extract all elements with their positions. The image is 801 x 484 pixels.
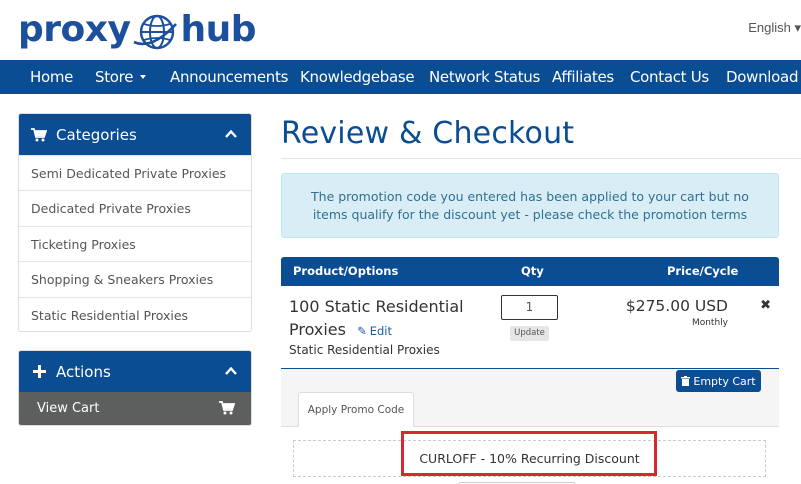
plus-icon bbox=[31, 364, 47, 380]
chevron-up-icon[interactable] bbox=[225, 128, 237, 140]
site-header: proxy hub English ▾ bbox=[0, 0, 801, 60]
logo[interactable]: proxy hub bbox=[18, 8, 256, 52]
tab-apply-promo-code[interactable]: Apply Promo Code bbox=[298, 392, 414, 427]
item-price: $275.00 USD bbox=[625, 297, 728, 315]
promo-alert-text: The promotion code you entered has been … bbox=[311, 188, 749, 222]
actions-panel: Actions View Cart bbox=[18, 350, 252, 426]
category-ticketing[interactable]: Ticketing Proxies bbox=[19, 225, 251, 261]
logo-text-left: proxy bbox=[18, 9, 131, 50]
nav-network-status[interactable]: Network Status bbox=[429, 60, 540, 94]
logo-text-right: hub bbox=[180, 9, 256, 50]
caret-down-icon bbox=[140, 74, 147, 79]
category-dedicated[interactable]: Dedicated Private Proxies bbox=[19, 190, 251, 225]
title-divider bbox=[281, 158, 801, 159]
nav-contact-us[interactable]: Contact Us bbox=[630, 60, 709, 94]
categories-header[interactable]: Categories bbox=[19, 114, 251, 155]
edit-label: Edit bbox=[369, 324, 392, 338]
product-group: Static Residential Proxies bbox=[289, 343, 440, 357]
empty-cart-button[interactable]: Empty Cart bbox=[676, 370, 761, 392]
promo-alert: The promotion code you entered has been … bbox=[281, 173, 779, 238]
globe-icon bbox=[133, 14, 178, 50]
cart-icon bbox=[31, 127, 47, 143]
nav-download[interactable]: Download Y bbox=[726, 60, 801, 94]
highlight-box bbox=[401, 431, 657, 476]
update-button[interactable]: Update bbox=[510, 326, 549, 341]
col-product: Product/Options bbox=[293, 264, 399, 278]
actions-title: Actions bbox=[56, 362, 111, 381]
categories-panel: Categories Semi Dedicated Private Proxie… bbox=[18, 113, 252, 332]
col-qty: Qty bbox=[521, 264, 544, 278]
pencil-icon: ✎ bbox=[357, 324, 367, 338]
category-shopping-sneakers[interactable]: Shopping & Sneakers Proxies bbox=[19, 261, 251, 296]
trash-icon bbox=[681, 376, 691, 386]
cart-item-row: 100 Static Residential Proxies ✎ Edit Sta… bbox=[281, 286, 779, 369]
remove-icon[interactable]: ✖ bbox=[760, 297, 771, 313]
category-static-residential[interactable]: Static Residential Proxies bbox=[19, 296, 251, 331]
actions-header[interactable]: Actions bbox=[19, 351, 251, 392]
nav-store[interactable]: Store bbox=[95, 60, 147, 94]
category-semi-dedicated[interactable]: Semi Dedicated Private Proxies bbox=[19, 155, 251, 190]
quantity-input[interactable]: 1 bbox=[501, 295, 558, 320]
nav-knowledgebase[interactable]: Knowledgebase bbox=[300, 60, 415, 94]
nav-affiliates[interactable]: Affiliates bbox=[552, 60, 614, 94]
view-cart-link[interactable]: View Cart bbox=[19, 392, 251, 425]
page-title: Review & Checkout bbox=[281, 116, 575, 151]
nav-store-label: Store bbox=[95, 68, 134, 86]
nav-home[interactable]: Home bbox=[30, 60, 73, 94]
col-price: Price/Cycle bbox=[667, 264, 739, 278]
product-name-block: 100 Static Residential Proxies ✎ Edit bbox=[289, 295, 469, 343]
main-nav: Home Store Announcements Knowledgebase N… bbox=[0, 60, 801, 94]
edit-link[interactable]: ✎ Edit bbox=[357, 324, 392, 338]
nav-announcements[interactable]: Announcements bbox=[170, 60, 288, 94]
language-selector[interactable]: English ▾ bbox=[748, 20, 801, 36]
empty-cart-label: Empty Cart bbox=[693, 374, 756, 388]
cart-icon bbox=[219, 401, 235, 415]
billing-cycle: Monthly bbox=[691, 318, 728, 328]
categories-title: Categories bbox=[56, 125, 137, 144]
cart-table-header: Product/Options Qty Price/Cycle bbox=[281, 257, 779, 286]
chevron-up-icon[interactable] bbox=[225, 365, 237, 377]
view-cart-label: View Cart bbox=[37, 401, 100, 416]
